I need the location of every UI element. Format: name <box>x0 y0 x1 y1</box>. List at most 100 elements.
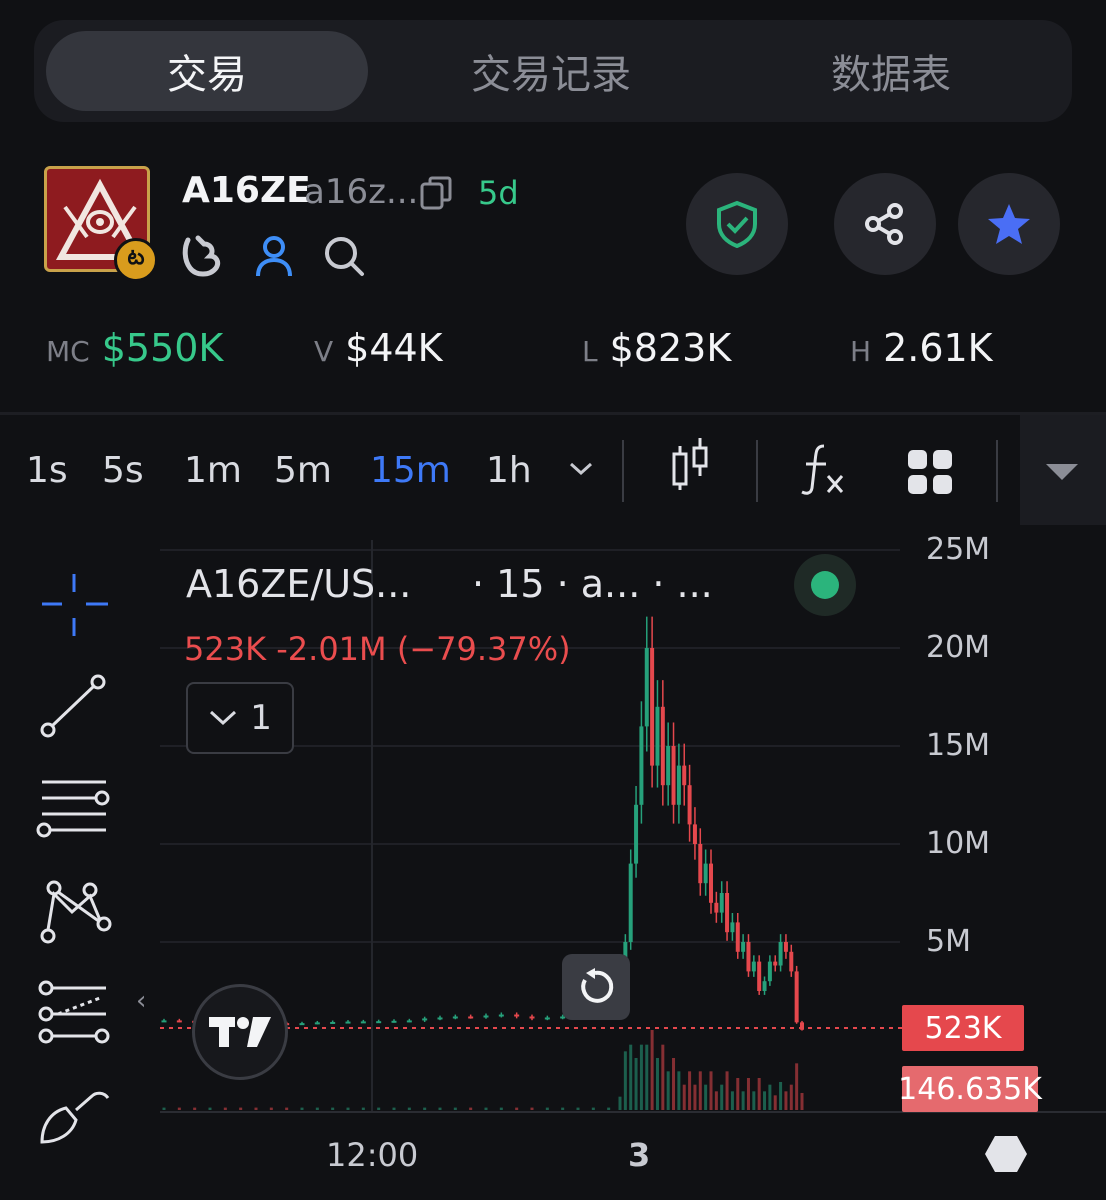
tab-trade[interactable]: 交易 <box>46 31 368 111</box>
volume-bar <box>377 1107 381 1110</box>
indicator-collapse-button[interactable]: 1 <box>186 682 294 754</box>
timeframe-5s[interactable]: 5s <box>102 450 144 491</box>
candle <box>757 961 762 991</box>
candle <box>345 1021 351 1024</box>
candle <box>360 1021 366 1024</box>
y-axis-label: 15M <box>926 728 991 763</box>
pump-icon[interactable] <box>180 234 224 282</box>
candle <box>783 942 788 952</box>
current-price-tag: 523K <box>902 1005 1024 1051</box>
volume-bar <box>618 1096 622 1110</box>
tab-trade-history[interactable]: 交易记录 <box>386 31 716 111</box>
volume-bar <box>655 1058 659 1110</box>
volume-bar <box>704 1084 708 1110</box>
share-button[interactable] <box>834 173 936 275</box>
indicator-count: 1 <box>250 698 272 738</box>
volume-bar <box>763 1091 767 1110</box>
candle <box>719 893 724 913</box>
candle <box>660 706 665 786</box>
candle <box>634 804 639 864</box>
volume-bar <box>269 1107 273 1110</box>
volume-bar <box>629 1044 633 1110</box>
volume-bar <box>645 1044 649 1110</box>
timeframe-5m[interactable]: 5m <box>274 450 332 491</box>
volume-bar <box>576 1107 580 1110</box>
timeframe-1m[interactable]: 1m <box>184 450 242 491</box>
volume-bar <box>591 1107 595 1110</box>
stat-holders: H 2.61K <box>850 326 993 370</box>
reset-icon <box>581 968 614 1003</box>
volume-bar <box>693 1084 697 1110</box>
volume-bar <box>773 1095 777 1110</box>
timeframe-15m[interactable]: 15m <box>370 450 451 491</box>
candle <box>698 844 703 884</box>
timeframe-1s[interactable]: 1s <box>26 450 68 491</box>
x-axis-label: 3 <box>628 1136 651 1174</box>
candle-type-icon[interactable] <box>670 436 710 498</box>
legend-change-pct: (−79.37%) <box>396 630 571 668</box>
volume-bar <box>698 1071 702 1110</box>
candle <box>376 1021 382 1024</box>
legend-interval[interactable]: · 15 · a... · ... <box>472 562 713 606</box>
timeframe-1h[interactable]: 1h <box>486 450 532 491</box>
token-address[interactable]: a16z... <box>304 172 418 212</box>
candle <box>161 1020 167 1023</box>
volume-bar <box>561 1107 565 1110</box>
candle <box>687 785 692 825</box>
candle <box>406 1020 412 1023</box>
volume-bar <box>650 1030 654 1110</box>
volume-bar <box>545 1107 549 1110</box>
candle <box>789 951 794 972</box>
candle <box>176 1020 182 1023</box>
tab-data-table[interactable]: 数据表 <box>726 31 1056 111</box>
volume-bar <box>741 1091 745 1110</box>
volume-bar <box>499 1107 503 1110</box>
legend-values: 523K -2.01M (−79.37%) <box>184 630 571 668</box>
indicators-icon[interactable] <box>800 442 846 500</box>
volume-bar <box>768 1084 772 1110</box>
candle <box>751 961 756 972</box>
candle <box>452 1016 458 1019</box>
x-axis-label: 12:00 <box>326 1136 419 1174</box>
volume-bar <box>709 1071 713 1110</box>
volume-bar <box>285 1107 289 1110</box>
legend-symbol[interactable]: A16ZE/US... <box>186 562 411 606</box>
volume-bar <box>672 1058 676 1110</box>
dropdown-icon[interactable] <box>1044 462 1080 486</box>
volume-bar <box>469 1107 473 1110</box>
volume-bar <box>484 1107 488 1110</box>
tradingview-logo-icon[interactable] <box>192 984 288 1080</box>
volume-bar <box>623 1051 627 1110</box>
security-button[interactable] <box>686 173 788 275</box>
market-status-icon[interactable] <box>794 554 856 616</box>
volume-bar <box>530 1107 534 1110</box>
copy-icon[interactable] <box>420 176 452 210</box>
volume-bar <box>315 1107 319 1110</box>
y-axis-label: 10M <box>926 826 991 861</box>
candle <box>714 902 719 913</box>
favorite-button[interactable] <box>958 173 1060 275</box>
candle <box>529 1016 535 1019</box>
candle <box>655 706 660 766</box>
toolbar-separator <box>996 440 998 502</box>
volume-bar <box>661 1044 665 1110</box>
search-icon[interactable] <box>322 234 366 282</box>
candle <box>422 1018 428 1021</box>
user-icon[interactable] <box>252 234 296 282</box>
stat-market-cap: MC $550K <box>46 326 224 370</box>
candle <box>650 648 655 766</box>
volume-bar <box>730 1091 734 1110</box>
volume-bar <box>725 1071 729 1110</box>
scroll-left-icon[interactable]: ‹ <box>136 986 146 1016</box>
volume-bar <box>254 1107 258 1110</box>
chevron-down-icon[interactable] <box>568 460 594 482</box>
candle <box>703 863 708 884</box>
layout-grid-icon[interactable] <box>906 448 954 500</box>
candle <box>299 1023 305 1026</box>
candle <box>676 765 681 805</box>
settings-hexagon-icon[interactable] <box>984 1134 1028 1178</box>
reset-chart-button[interactable] <box>562 954 630 1020</box>
candle <box>730 922 735 933</box>
volume-bar <box>438 1107 442 1110</box>
volume-tag: 146.635K <box>898 1066 1042 1112</box>
